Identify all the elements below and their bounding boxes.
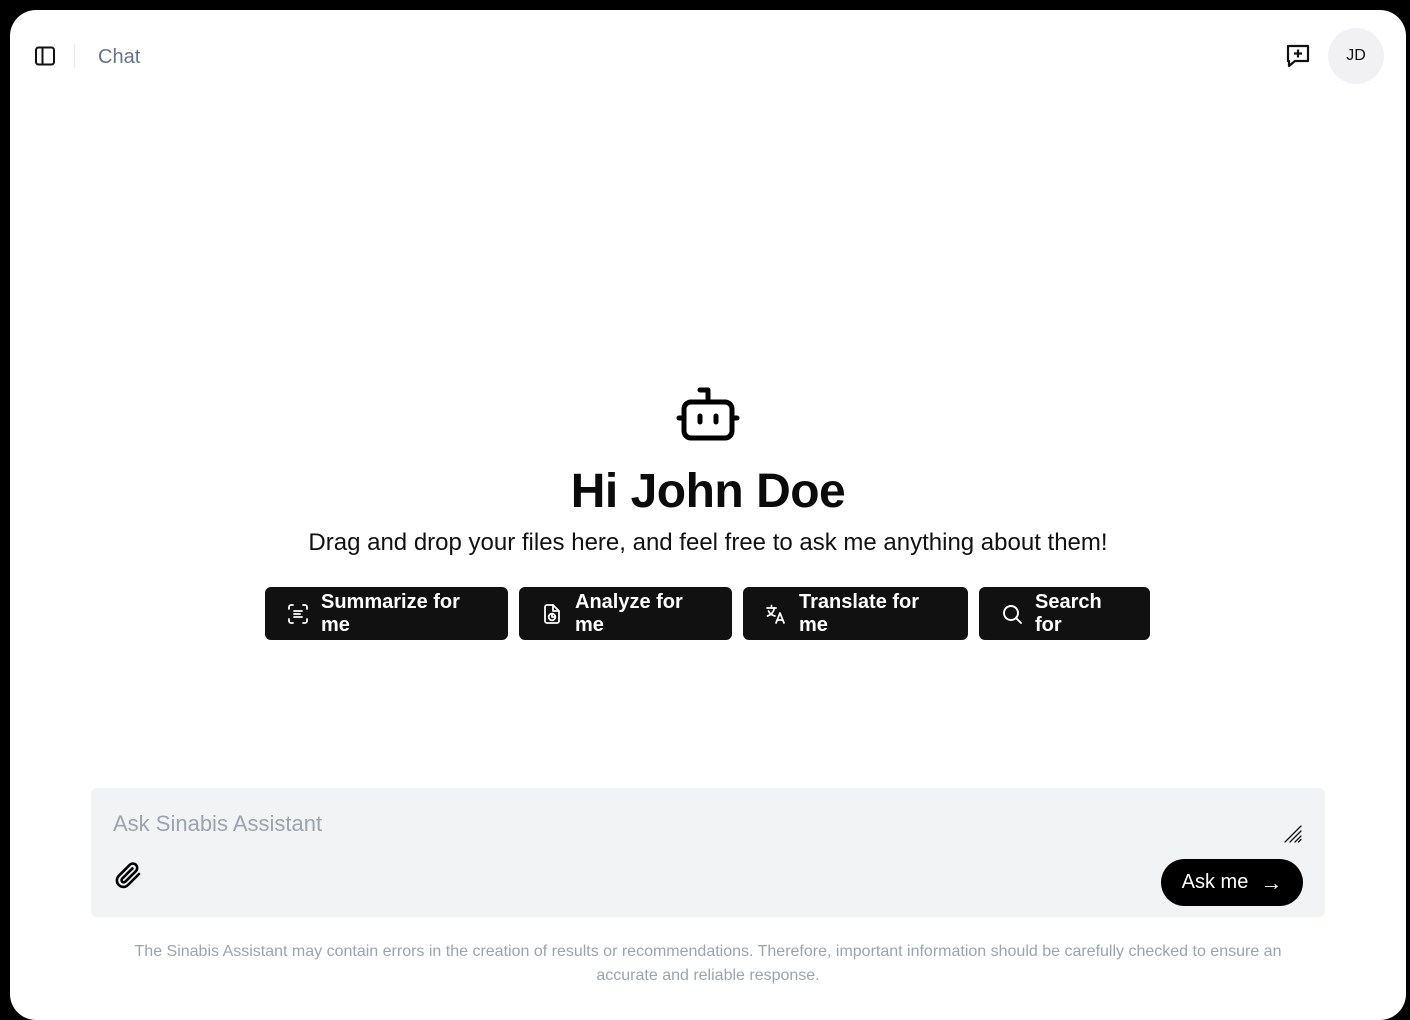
page-title: Chat [98,46,141,68]
message-composer: Ask Sinabis Assistant Ask me → [91,788,1325,917]
header-divider [74,44,75,68]
arrow-right-icon: → [1260,869,1283,895]
sidebar-toggle-button[interactable] [32,42,58,70]
scan-text-icon [287,603,309,625]
robot-icon [676,387,740,441]
resize-grip-icon[interactable] [1283,824,1303,844]
sidebar-panel-icon [35,46,55,66]
welcome-section: Hi John Doe Drag and drop your files her… [10,386,1406,558]
analyze-label: Analyze for me [575,590,683,636]
attach-file-button[interactable] [111,858,147,894]
avatar[interactable]: JD [1328,28,1384,84]
top-bar: Chat JD [10,10,1406,102]
suggestion-buttons: Summarize for me Analyze for me Translat… [265,587,1150,640]
translate-label: Translate for me [799,590,920,636]
message-plus-icon [1286,44,1310,68]
app-window: Chat JD Hi John Doe Drag and drop your f… [10,10,1406,1020]
paperclip-icon [115,862,141,889]
disclaimer-text: The Sinabis Assistant may contain errors… [134,943,1282,984]
ask-me-label: Ask me [1181,871,1249,893]
greeting-title: Hi John Doe [570,465,846,518]
search-button[interactable]: Search for [979,587,1150,640]
languages-icon [765,603,787,625]
search-icon [1001,603,1023,625]
summarize-button[interactable]: Summarize for me [265,587,508,640]
file-chart-icon [541,603,563,625]
ask-me-button[interactable]: Ask me → [1161,859,1303,906]
summarize-label: Summarize for me [321,590,460,636]
greeting-subtitle: Drag and drop your files here, and feel … [308,529,1108,556]
new-chat-button[interactable] [1282,40,1314,72]
translate-button[interactable]: Translate for me [743,587,968,640]
analyze-button[interactable]: Analyze for me [519,587,732,640]
search-label: Search for [1035,590,1102,636]
message-input[interactable]: Ask Sinabis Assistant [113,810,1263,838]
